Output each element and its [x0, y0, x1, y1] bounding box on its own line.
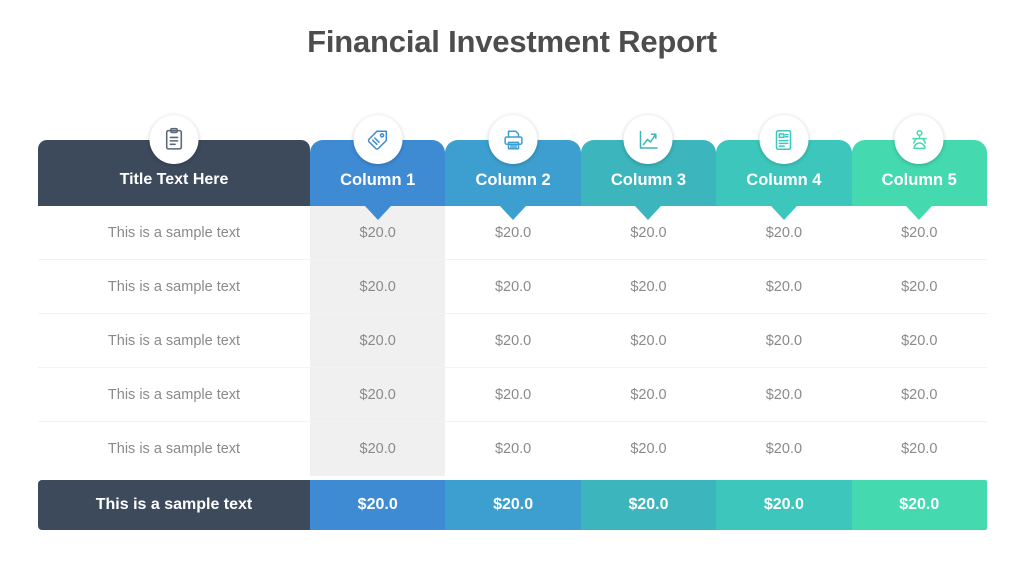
row-value-col-2: $20.0 [494, 332, 532, 349]
header-cell-column-1[interactable]: Column 1 [310, 115, 446, 220]
row-value-col-1: $20.0 [359, 224, 396, 241]
row-value-col-5: $20.0 [901, 441, 938, 457]
header-cell-column-2[interactable]: Column 2 [445, 115, 581, 220]
row-value-col-3: $20.0 [630, 224, 667, 241]
row-value-col-1: $20.0 [359, 332, 396, 349]
row-value-col-4: $20.0 [765, 386, 803, 403]
tag-icon [353, 115, 403, 164]
header-label-text: Title Text Here [119, 171, 229, 188]
row-value-col-2: $20.0 [494, 386, 532, 403]
row-value-col-5: $20.0 [901, 386, 938, 403]
row-value-col-1: $20.0 [359, 386, 396, 403]
row-value-col-4: $20.0 [765, 332, 803, 349]
table-header-row: Title Text Here Column 1 Column 2 Column… [38, 115, 987, 220]
header-notch-3 [635, 206, 662, 220]
header-column-3-text: Column 3 [610, 170, 687, 189]
row-label: This is a sample text [107, 441, 241, 457]
header-column-2-text: Column 2 [475, 170, 551, 189]
row-value-col-3: $20.0 [630, 441, 667, 457]
row-label: This is a sample text [107, 332, 241, 349]
header-notch-4 [770, 206, 797, 220]
header-notch-1 [364, 206, 391, 220]
header-cell-column-5[interactable]: Column 5 [851, 115, 987, 220]
printer-icon [488, 115, 538, 164]
footer-value-col-4: $20.0 [716, 480, 852, 530]
row-value-col-4: $20.0 [765, 441, 803, 457]
row-label: This is a sample text [107, 386, 241, 403]
row-value-col-2: $20.0 [494, 278, 532, 295]
footer-value-col-3: $20.0 [580, 480, 717, 530]
slide-canvas: Financial Investment Report Title Text H… [0, 0, 1024, 576]
footer-label: This is a sample text [38, 480, 310, 530]
row-value-col-2: $20.0 [494, 224, 532, 241]
financial-table: Title Text Here Column 1 Column 2 Column… [38, 115, 987, 530]
footer-value-col-2: $20.0 [445, 480, 581, 530]
table-body: This is a sample text $20.0 $20.0 $20.0 … [38, 206, 987, 476]
row-value-col-3: $20.0 [630, 332, 667, 349]
row-value-col-3: $20.0 [630, 386, 667, 403]
header-cell-column-3[interactable]: Column 3 [580, 115, 717, 220]
presenter-icon [894, 115, 944, 164]
header-column-5-text: Column 5 [881, 170, 957, 189]
document-icon [759, 115, 809, 164]
row-label: This is a sample text [107, 278, 241, 295]
row-value-col-2: $20.0 [494, 441, 532, 457]
row-value-col-4: $20.0 [765, 278, 803, 295]
row-value-col-1: $20.0 [359, 278, 396, 295]
row-label: This is a sample text [107, 224, 241, 241]
header-cell-label[interactable]: Title Text Here [38, 115, 310, 206]
line-chart-icon [623, 115, 673, 164]
header-notch-5 [906, 206, 933, 220]
table-row[interactable]: This is a sample text $20.0 $20.0 $20.0 … [38, 422, 987, 476]
row-value-col-1: $20.0 [359, 441, 396, 457]
header-notch-2 [500, 206, 527, 220]
footer-value-col-5: $20.0 [851, 480, 987, 530]
table-row[interactable]: This is a sample text $20.0 $20.0 $20.0 … [38, 260, 987, 314]
row-value-col-5: $20.0 [901, 278, 938, 295]
clipboard-icon [149, 115, 199, 164]
header-column-4-text: Column 4 [746, 170, 822, 189]
row-value-col-4: $20.0 [765, 224, 803, 241]
header-cell-column-4[interactable]: Column 4 [716, 115, 852, 220]
footer-value-col-1: $20.0 [310, 480, 446, 530]
header-column-1-text: Column 1 [340, 170, 416, 189]
row-value-col-3: $20.0 [630, 278, 667, 295]
page-title: Financial Investment Report [307, 24, 717, 59]
table-footer-row[interactable]: This is a sample text $20.0 $20.0 $20.0 … [38, 480, 987, 530]
table-row[interactable]: This is a sample text $20.0 $20.0 $20.0 … [38, 314, 987, 368]
row-value-col-5: $20.0 [901, 224, 938, 241]
row-value-col-5: $20.0 [901, 332, 938, 349]
table-row[interactable]: This is a sample text $20.0 $20.0 $20.0 … [38, 368, 987, 422]
